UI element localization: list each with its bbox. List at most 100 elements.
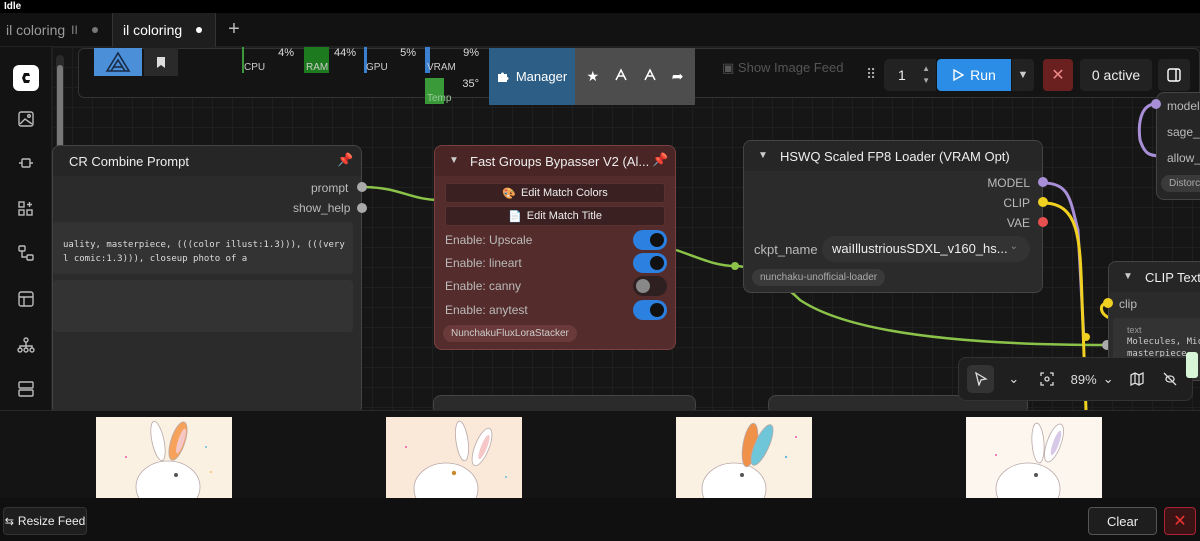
- cpu-value: 4%: [278, 47, 294, 59]
- input-model-port[interactable]: [1151, 99, 1161, 109]
- feed-image[interactable]: [96, 417, 232, 499]
- collapse-icon[interactable]: ▼: [449, 155, 459, 166]
- bunny-image: [995, 422, 1064, 499]
- toggle-switch[interactable]: [633, 230, 667, 250]
- pin-icon[interactable]: 📌: [652, 152, 668, 168]
- cancel-queue-button[interactable]: ✕: [1043, 59, 1073, 91]
- bunny-image: [405, 420, 507, 499]
- tab-workflow-1[interactable]: il coloring II: [6, 13, 98, 47]
- ckpt-select[interactable]: waiIllustriousSDXL_v160_hs... ⌄: [822, 236, 1030, 262]
- button-label: Edit Match Colors: [520, 187, 608, 199]
- output-prompt-port[interactable]: [357, 182, 367, 192]
- output-vae-port[interactable]: [1038, 217, 1048, 227]
- tab-label: il coloring: [6, 22, 66, 38]
- canvas-controls: ⌄ 89% ⌄: [958, 357, 1193, 401]
- manager-tools: ★ ➦: [575, 48, 695, 105]
- palette-icon: 🎨: [502, 187, 516, 200]
- node-library-icon[interactable]: [14, 151, 38, 175]
- stepper-arrows-icon[interactable]: ▲ ▼: [922, 63, 930, 87]
- toggle-row-upscale[interactable]: Enable: Upscale: [445, 230, 667, 250]
- badge-text: nunchaku-unofficial-loader: [752, 269, 886, 286]
- new-tab-button[interactable]: +: [222, 18, 246, 42]
- bookmark-button[interactable]: [144, 48, 178, 76]
- workflows-icon[interactable]: [14, 241, 38, 265]
- queue-icon[interactable]: [14, 377, 38, 401]
- fit-view-icon[interactable]: [1033, 365, 1060, 393]
- workflow-share-icon[interactable]: [614, 68, 628, 85]
- prompt-text-line: l comic:1.3))), closeup photo of a: [63, 254, 248, 264]
- output-model-port[interactable]: [1038, 177, 1048, 187]
- toggle-row-canny[interactable]: Enable: canny: [445, 276, 667, 296]
- cpu-label: CPU: [244, 62, 266, 73]
- toggle-switch[interactable]: [633, 253, 667, 273]
- feed-image[interactable]: [386, 417, 522, 499]
- select-tool-icon[interactable]: [967, 365, 995, 393]
- edit-match-title-button[interactable]: 📄 Edit Match Title: [445, 206, 665, 226]
- chevron-down-icon: ⌄: [1009, 241, 1018, 252]
- play-icon: [953, 69, 965, 81]
- unsaved-dot-icon: [91, 27, 98, 33]
- models-icon[interactable]: [14, 197, 38, 221]
- node-cr-combine-prompt[interactable]: CR Combine Prompt 📌 prompt show_help ual…: [52, 145, 362, 415]
- bunny-image: [125, 420, 212, 499]
- input-clip-label: clip: [1119, 297, 1138, 311]
- minimap-icon[interactable]: [1124, 365, 1151, 393]
- prompt-textarea[interactable]: uality, masterpiece, (((color illust:1.3…: [53, 222, 353, 274]
- edit-match-colors-button[interactable]: 🎨 Edit Match Colors: [445, 183, 665, 203]
- run-options-dropdown[interactable]: ▼: [1012, 59, 1034, 91]
- run-button[interactable]: Run: [937, 59, 1011, 91]
- side-handle-icon[interactable]: [1186, 352, 1198, 378]
- output-model-label: MODEL: [987, 176, 1030, 190]
- comfyui-window: Idle il coloring II il coloring + 4% CPU…: [0, 0, 1200, 541]
- image-feed: [0, 410, 1200, 499]
- feed-image[interactable]: [966, 417, 1102, 499]
- zoom-level-dropdown[interactable]: 89% ⌄: [1067, 371, 1118, 387]
- tab-workflow-2[interactable]: il coloring: [112, 13, 216, 47]
- image-icon: ▣: [722, 60, 735, 75]
- workflow-copy-icon[interactable]: [643, 68, 657, 85]
- hierarchy-icon[interactable]: [14, 333, 38, 357]
- toggle-switch[interactable]: [633, 300, 667, 320]
- input-clip-port[interactable]: [1103, 298, 1113, 308]
- gpu-monitor: 5% GPU: [364, 47, 420, 73]
- toggle-row-lineart[interactable]: Enable: lineart: [445, 253, 667, 273]
- share-arrow-icon[interactable]: ➦: [672, 68, 684, 85]
- toggle-switch[interactable]: [633, 276, 667, 296]
- output-show-help-port[interactable]: [357, 203, 367, 213]
- clear-feed-button[interactable]: Clear: [1088, 507, 1157, 535]
- output-show-help-label: show_help: [293, 201, 351, 215]
- tool-chevron-down-icon[interactable]: ⌄: [1000, 365, 1027, 393]
- toggle-row-anytest[interactable]: Enable: anytest: [445, 300, 667, 320]
- comfy-logo-icon[interactable]: [13, 65, 39, 91]
- collapse-icon[interactable]: ▼: [758, 150, 768, 161]
- node-hswq-loader[interactable]: HSWQ Scaled FP8 Loader (VRAM Opt) ▼ MODE…: [743, 140, 1043, 293]
- crystools-logo-button[interactable]: [94, 48, 142, 76]
- manager-button[interactable]: Manager: [489, 48, 575, 105]
- queue-count-input[interactable]: 1 ▲ ▼: [884, 59, 936, 91]
- chevron-down-icon: ⌄: [1102, 371, 1114, 386]
- button-label: Edit Match Title: [526, 210, 602, 222]
- resize-feed-button[interactable]: ⇆ Resize Feed: [3, 507, 87, 535]
- show-image-feed-button[interactable]: ▣ Show Image Feed: [722, 60, 843, 76]
- tab-badge: II: [71, 23, 78, 37]
- images-icon[interactable]: [14, 107, 38, 131]
- node-title: Fast Groups Bypasser V2 (Al...: [435, 146, 675, 176]
- feed-image[interactable]: [676, 417, 812, 499]
- node-partial-right[interactable]: model sage_ allow_ Distorc: [1156, 92, 1200, 200]
- ckpt-value: waiIllustriousSDXL_v160_hs...: [832, 241, 1008, 256]
- node-fast-groups-bypasser[interactable]: Fast Groups Bypasser V2 (Al... ▼ 📌 🎨 Edi…: [434, 145, 676, 350]
- close-feed-button[interactable]: ✕: [1164, 507, 1196, 535]
- link-visibility-icon[interactable]: [1157, 365, 1184, 393]
- templates-icon[interactable]: [14, 287, 38, 311]
- bunny-image: [701, 422, 797, 499]
- panel-icon: [1167, 68, 1181, 82]
- collapse-icon[interactable]: ▼: [1123, 271, 1133, 282]
- prompt-textarea-2[interactable]: [53, 280, 353, 332]
- star-icon[interactable]: ★: [586, 68, 599, 85]
- output-clip-port[interactable]: [1038, 197, 1048, 207]
- active-queue-button[interactable]: 0 active: [1080, 59, 1152, 91]
- pin-icon[interactable]: 📌: [337, 152, 353, 168]
- sidebar: [0, 47, 52, 410]
- drag-handle-icon[interactable]: ⠿: [866, 66, 876, 83]
- toggle-panel-button[interactable]: [1158, 59, 1190, 91]
